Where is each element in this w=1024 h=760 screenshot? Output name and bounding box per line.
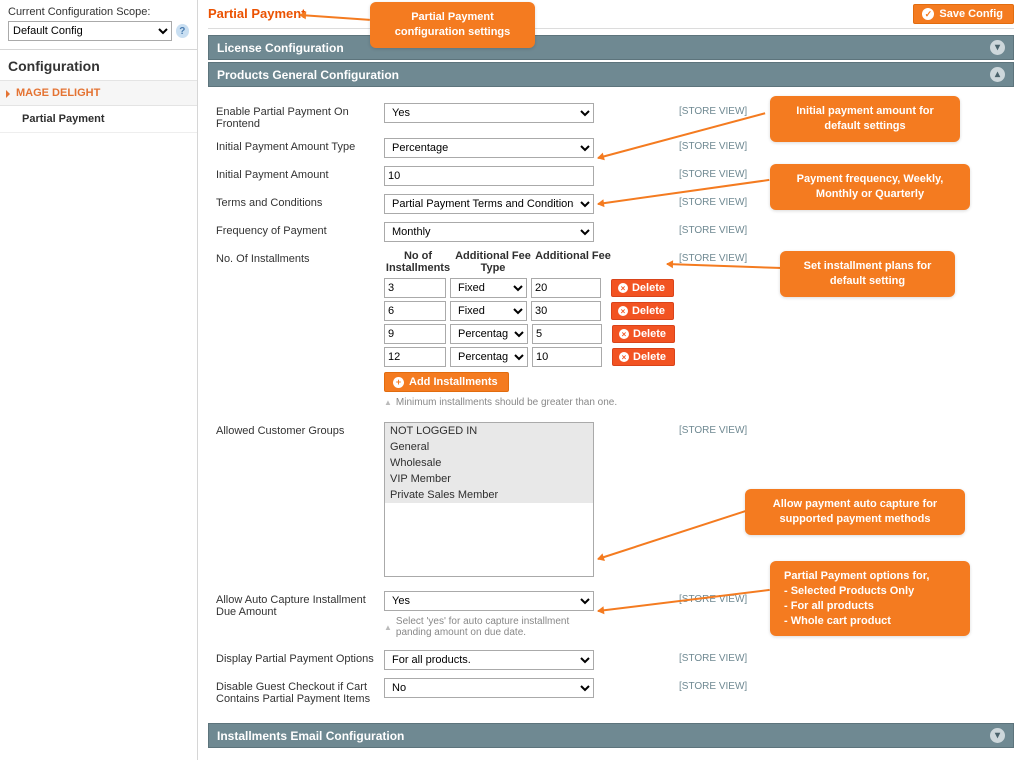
label-display: Display Partial Payment Options [216, 650, 384, 665]
inst-number-input[interactable] [384, 347, 446, 367]
inst-type-select[interactable]: Fixed [450, 278, 527, 298]
delete-installment-button[interactable]: ×Delete [611, 279, 674, 297]
label-autocapture: Allow Auto Capture Installment Due Amoun… [216, 591, 384, 618]
select-terms[interactable]: Partial Payment Terms and Conditions [384, 194, 594, 214]
close-icon: × [618, 283, 628, 293]
save-button[interactable]: ✓ Save Config [913, 4, 1014, 24]
group-option[interactable]: Wholesale [385, 455, 593, 471]
select-amount-type[interactable]: Percentage [384, 138, 594, 158]
label-groups: Allowed Customer Groups [216, 422, 384, 437]
inst-col-fee: Additional Fee [534, 250, 612, 274]
section-email[interactable]: Installments Email Configuration ▾ [208, 723, 1014, 748]
select-enable[interactable]: Yes [384, 103, 594, 123]
delete-installment-button[interactable]: ×Delete [612, 348, 675, 366]
inst-type-select[interactable]: Percentage [450, 347, 528, 367]
callout-frequency: Payment frequency, Weekly, Monthly or Qu… [770, 164, 970, 210]
scope-select[interactable]: Default Config [8, 21, 172, 41]
add-installments-button[interactable]: + Add Installments [384, 372, 509, 392]
delete-installment-button[interactable]: ×Delete [611, 302, 674, 320]
section-email-title: Installments Email Configuration [217, 729, 404, 743]
select-display[interactable]: For all products. [384, 650, 594, 670]
nav-section-magedelight[interactable]: MAGE DELIGHT [0, 80, 197, 106]
config-heading: Configuration [0, 49, 197, 80]
select-freq[interactable]: Monthly [384, 222, 594, 242]
inst-col-number: No of Installments [384, 250, 452, 274]
nav-item-partial-payment[interactable]: Partial Payment [0, 106, 197, 133]
delete-installment-button[interactable]: ×Delete [612, 325, 675, 343]
callout-display: Partial Payment options for, - Selected … [770, 561, 970, 636]
section-license[interactable]: License Configuration ▾ [208, 35, 1014, 60]
select-autocapture[interactable]: Yes [384, 591, 594, 611]
inst-number-input[interactable] [384, 324, 446, 344]
callout-installments: Set installment plans for default settin… [780, 251, 955, 297]
scope-freq: [STORE VIEW] [679, 222, 769, 236]
input-amount[interactable] [384, 166, 594, 186]
label-freq: Frequency of Payment [216, 222, 384, 237]
inst-col-type: Additional Fee Type [452, 250, 534, 274]
section-products-title: Products General Configuration [217, 68, 399, 82]
save-label: Save Config [939, 8, 1003, 20]
chevron-up-icon[interactable]: ▴ [990, 67, 1005, 82]
group-option[interactable]: General [385, 439, 593, 455]
close-icon: × [619, 352, 629, 362]
inst-number-input[interactable] [384, 301, 446, 321]
callout-title: Partial Payment configuration settings [370, 2, 535, 48]
label-terms: Terms and Conditions [216, 194, 384, 209]
scope-terms: [STORE VIEW] [679, 194, 769, 208]
section-license-title: License Configuration [217, 41, 344, 55]
chevron-down-icon[interactable]: ▾ [990, 40, 1005, 55]
check-icon: ✓ [922, 8, 934, 20]
label-amount: Initial Payment Amount [216, 166, 384, 181]
close-icon: × [619, 329, 629, 339]
select-guest[interactable]: No [384, 678, 594, 698]
scope-guest: [STORE VIEW] [679, 678, 769, 692]
installment-row: Fixed ×Delete [384, 278, 674, 298]
help-icon[interactable]: ? [176, 24, 189, 38]
installment-row: Fixed ×Delete [384, 301, 674, 321]
inst-fee-input[interactable] [531, 301, 601, 321]
scope-installments: [STORE VIEW] [679, 250, 769, 264]
close-icon: × [618, 306, 628, 316]
scope-display: [STORE VIEW] [679, 650, 769, 664]
inst-fee-input[interactable] [532, 324, 602, 344]
inst-number-input[interactable] [384, 278, 446, 298]
label-enable: Enable Partial Payment On Frontend [216, 103, 384, 130]
group-option[interactable]: NOT LOGGED IN [385, 423, 593, 439]
installment-row: Percentage ×Delete [384, 347, 674, 367]
installments-hint: ▲Minimum installments should be greater … [384, 397, 674, 408]
group-option[interactable]: VIP Member [385, 471, 593, 487]
group-option[interactable]: Private Sales Member [385, 487, 593, 503]
label-amount-type: Initial Payment Amount Type [216, 138, 384, 153]
sidebar: Current Configuration Scope: Default Con… [0, 0, 198, 760]
scope-amount: [STORE VIEW] [679, 166, 769, 180]
scope-amount-type: [STORE VIEW] [679, 138, 769, 152]
scope-label: Current Configuration Scope: [8, 6, 189, 18]
inst-fee-input[interactable] [532, 347, 602, 367]
chevron-down-icon[interactable]: ▾ [990, 728, 1005, 743]
page-title: Partial Payment [208, 4, 306, 21]
multiselect-groups[interactable]: NOT LOGGED INGeneralWholesaleVIP MemberP… [384, 422, 594, 577]
plus-icon: + [393, 377, 404, 388]
installment-row: Percentage ×Delete [384, 324, 674, 344]
inst-type-select[interactable]: Percentage [450, 324, 528, 344]
callout-autocapture: Allow payment auto capture for supported… [745, 489, 965, 535]
autocapture-hint: ▲Select 'yes' for auto capture installme… [384, 616, 599, 638]
label-installments: No. Of Installments [216, 250, 384, 265]
add-label: Add Installments [409, 376, 498, 388]
scope-groups: [STORE VIEW] [679, 422, 769, 436]
section-products[interactable]: Products General Configuration ▴ [208, 62, 1014, 87]
inst-type-select[interactable]: Fixed [450, 301, 527, 321]
callout-initial-amount: Initial payment amount for default setti… [770, 96, 960, 142]
inst-fee-input[interactable] [531, 278, 601, 298]
